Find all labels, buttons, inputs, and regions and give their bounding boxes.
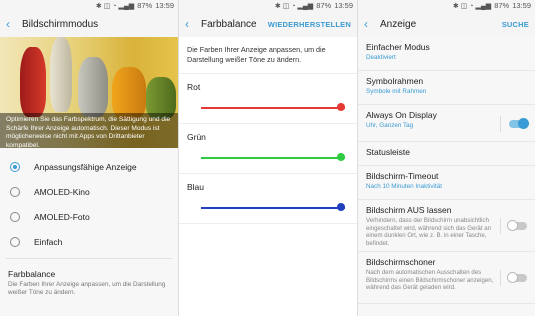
mode-options: Anpassungsfähige Anzeige AMOLED-Kino AMO… [0,148,178,254]
preview-image: Optimieren Sie das Farbspektrum, die Sät… [0,37,178,148]
divider [6,258,172,259]
back-arrow-icon[interactable]: ‹ [185,17,201,31]
clock: 13:59 [512,1,531,10]
option-label: Anpassungsfähige Anzeige [34,161,137,172]
app-bar: ‹ Anzeige SUCHE [358,11,535,37]
slider-thumb[interactable] [337,203,345,211]
row-description: Verhindern, dass der Bildschirm unabsich… [366,217,491,247]
row-title: Bildschirm AUS lassen [366,205,452,215]
row-title: Statusleiste [366,147,410,157]
bildschirmmodus-panel: ✱ ◫ ◔ ▂▄▆ 87% 13:59 ‹ Bildschirmmodus Op… [0,0,179,316]
reset-button[interactable]: WIEDERHERSTELLEN [268,20,351,29]
slider-line [201,157,345,159]
app-bar: ‹ Bildschirmmodus [0,11,178,37]
row-title: Bildschirmschoner [366,257,436,267]
row-title: Always On Display [366,110,437,120]
back-arrow-icon[interactable]: ‹ [364,17,380,31]
row-title: Symbolrahmen [366,76,424,86]
settings-row[interactable]: Always On Display Uhr, Ganzen Tag [358,105,535,142]
settings-list: Einfacher Modus Deaktiviert Symbolrahmen Sy… [358,37,535,304]
slider-0: Rot [179,74,357,124]
settings-row[interactable]: Statusleiste [358,142,535,166]
option-label: Einfach [34,236,63,247]
divider [500,116,501,132]
toggle-knob [507,272,518,283]
toggle-switch[interactable] [507,220,527,231]
farbbalance-desc: Die Farben Ihrer Anzeige anpassen, um di… [8,281,166,296]
status-bar: ✱ ◫ ◔ ▂▄▆ 87% 13:59 [0,0,178,11]
farbbalance-panel: ✱ ◫ ◔ ▂▄▆ 87% 13:59 ‹ Farbbalance WIEDER… [179,0,358,316]
row-subtitle: Nach 10 Minuten Inaktivität [366,183,442,190]
row-subtitle: Symbole mit Rahmen [366,88,427,95]
preview-caption: Optimieren Sie das Farbspektrum, die Sät… [0,113,178,148]
battery-level: 87% [137,1,153,10]
option-amoled-kino[interactable]: AMOLED-Kino [0,179,178,204]
status-icons: ✱ ◫ ◔ ▂▄▆ [274,2,314,10]
row-title: Bildschirm-Timeout [366,171,439,181]
slider-track[interactable] [201,202,345,214]
slider-label: Rot [187,82,201,92]
settings-row[interactable]: Bildschirmschoner Nach dem automatischen … [358,252,535,304]
radio-icon[interactable] [10,211,20,222]
page-title: Farbbalance [201,18,257,30]
slider-thumb[interactable] [337,103,345,111]
radio-icon[interactable] [10,236,20,247]
slider-line [201,107,345,109]
option-einfach[interactable]: Einfach [0,229,178,254]
option-label: AMOLED-Foto [34,211,90,222]
status-icons: ✱ ◫ ◔ ▂▄▆ [452,2,492,10]
back-arrow-icon[interactable]: ‹ [6,17,22,31]
slider-line [201,207,345,209]
divider [500,270,501,286]
clock: 13:59 [334,1,353,10]
toggle-knob [518,118,529,129]
color-sliders: Rot Grün Blau [179,74,357,224]
page-title: Bildschirmmodus [22,18,99,30]
slider-track[interactable] [201,102,345,114]
farbbalance-title: Farbbalance [8,269,56,279]
row-description: Nach dem automatischen Ausschalten des B… [366,269,494,291]
status-icons: ✱ ◫ ◔ ▂▄▆ [95,2,135,10]
toggle-switch[interactable] [507,272,527,283]
vase-grey [78,57,108,117]
row-subtitle: Uhr, Ganzen Tag [366,122,414,129]
clock: 13:59 [155,1,174,10]
anzeige-panel: ✱ ◫ ◔ ▂▄▆ 87% 13:59 ‹ Anzeige SUCHE Einf… [358,0,535,316]
settings-row[interactable]: Bildschirm AUS lassen Verhindern, dass de… [358,200,535,252]
option-label: AMOLED-Kino [34,186,90,197]
settings-row[interactable]: Symbolrahmen Symbole mit Rahmen [358,71,535,105]
search-button[interactable]: SUCHE [502,20,529,29]
page-title: Anzeige [380,18,417,30]
slider-1: Grün [179,124,357,174]
settings-row[interactable]: Bildschirm-Timeout Nach 10 Minuten Inakti… [358,166,535,200]
toggle-switch[interactable] [509,118,529,129]
row-title: Einfacher Modus [366,42,430,52]
vase-white [50,37,72,112]
option-amoled-foto[interactable]: AMOLED-Foto [0,204,178,229]
divider [500,218,501,234]
option-adaptive[interactable]: Anpassungsfähige Anzeige [0,154,178,179]
slider-label: Grün [187,132,206,142]
vase-red [20,47,46,117]
toggle-knob [507,220,518,231]
status-bar: ✱ ◫ ◔ ▂▄▆ 87% 13:59 [179,0,357,11]
battery-level: 87% [316,1,332,10]
farbbalance-item[interactable]: Farbbalance Die Farben Ihrer Anzeige anp… [0,263,178,303]
slider-thumb[interactable] [337,153,345,161]
settings-row[interactable]: Einfacher Modus Deaktiviert [358,37,535,71]
slider-track[interactable] [201,152,345,164]
slider-2: Blau [179,174,357,224]
row-subtitle: Deaktiviert [366,54,396,61]
battery-level: 87% [494,1,510,10]
farbbalance-description: Die Farben Ihrer Anzeige anpassen, um di… [187,45,326,64]
radio-selected-icon[interactable] [10,161,20,172]
status-bar: ✱ ◫ ◔ ▂▄▆ 87% 13:59 [358,0,535,11]
vase-orange [112,67,146,119]
radio-icon[interactable] [10,186,20,197]
slider-label: Blau [187,182,205,192]
app-bar: ‹ Farbbalance WIEDERHERSTELLEN [179,11,357,37]
